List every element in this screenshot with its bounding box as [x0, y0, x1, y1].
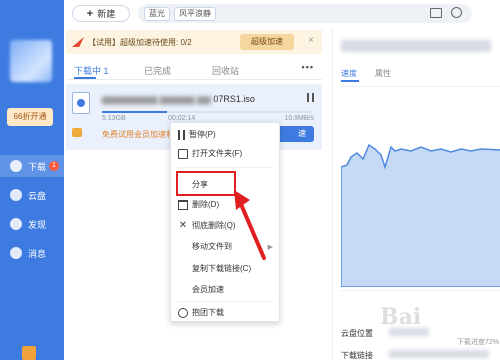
sidebar: 66折开通 下载 1 云盘 发现 消息: [0, 0, 64, 360]
search-tag[interactable]: 蓝光: [144, 6, 170, 21]
menu-item-open-folder[interactable]: 打开文件夹(F): [171, 144, 279, 163]
trial-text: 免费试用会员加速和: [102, 130, 174, 139]
search-icon[interactable]: [451, 7, 462, 18]
menu-item-vip-boost[interactable]: 会员加速: [171, 280, 279, 299]
speed-chart: 下载进度72%: [341, 86, 500, 346]
menu-item-label: 暂停(P): [189, 130, 216, 139]
file-size: 5.13GB: [102, 115, 126, 122]
folder-icon[interactable]: [430, 8, 442, 18]
download-progress-fill: [102, 111, 168, 113]
boost-icon: [178, 285, 188, 295]
menu-item-label: 删除(D): [192, 200, 220, 209]
download-icon: [10, 160, 22, 172]
new-button-label: 新建: [97, 9, 116, 19]
compass-icon: [10, 218, 22, 230]
folder-icon: [178, 148, 188, 159]
download-progress-text: 下载进度72%: [456, 339, 499, 346]
time-remaining: 00:02:14: [168, 115, 196, 122]
annotation-arrow: [234, 190, 266, 260]
menu-item-label: 复制下载链接(C): [192, 264, 252, 273]
trash-icon: [178, 199, 188, 210]
menu-separator: [177, 301, 273, 302]
tab-properties[interactable]: 属性: [375, 68, 391, 79]
tab-completed[interactable]: 已完成: [144, 64, 171, 77]
close-icon[interactable]: ×: [308, 35, 314, 46]
watermark: Bai: [380, 304, 422, 330]
sidebar-item-label: 消息: [28, 248, 47, 259]
tab-downloading[interactable]: 下载中 1: [74, 64, 109, 77]
disc-file-icon: [72, 92, 90, 114]
cloud-icon: [10, 189, 22, 201]
file-name-suffix: 07RS1.iso: [213, 94, 255, 104]
new-button[interactable]: + 新建: [72, 5, 130, 22]
message-icon: [10, 247, 22, 259]
promo-banner: 【试用】超级加速待使用: 0/2 超级加速 ×: [66, 30, 322, 54]
search-input[interactable]: 蓝光 风平浪静: [138, 4, 472, 23]
search-tag[interactable]: 风平浪静: [174, 6, 216, 21]
download-link-label: 下载链接: [341, 351, 373, 360]
sidebar-item-label: 下载: [28, 161, 47, 172]
download-link-value[interactable]: [389, 350, 489, 358]
x-icon: ✕: [178, 219, 188, 231]
more-icon[interactable]: •••: [302, 62, 314, 72]
vip-badge[interactable]: 66折开通: [7, 108, 53, 126]
divider: [341, 290, 500, 291]
sidebar-item-messages[interactable]: 消息: [0, 242, 64, 264]
sidebar-item-download[interactable]: 下载 1: [0, 155, 64, 177]
cloud-location-label: 云盘位置: [341, 329, 373, 338]
super-boost-button[interactable]: 超级加速: [240, 34, 294, 50]
menu-item-label: 打开文件夹(F): [192, 149, 243, 158]
menu-item-pause[interactable]: 暂停(P): [171, 125, 279, 144]
menu-item-label: 会员加速: [192, 285, 224, 294]
detail-title-blurred: [341, 40, 491, 52]
menu-item-group-download[interactable]: 抱团下载: [171, 303, 279, 322]
menu-item-label: 抱团下载: [192, 308, 224, 317]
speed-chart-svg: [341, 143, 500, 287]
move-icon: [178, 242, 188, 252]
menu-item-label: 移动文件到: [192, 242, 232, 251]
sidebar-item-discover[interactable]: 发现: [0, 213, 64, 235]
download-count-badge: 1: [49, 161, 59, 171]
plus-icon: +: [86, 7, 94, 20]
rocket-icon: [72, 37, 84, 47]
tab-speed[interactable]: 速度: [341, 68, 357, 79]
vip-crown-icon: [72, 128, 82, 137]
download-progress-bar: [102, 111, 312, 113]
avatar[interactable]: [10, 40, 52, 82]
refresh-icon: [178, 307, 188, 318]
file-name: ▆▆▆▆▆▆▆▆ ▆▆▆▆▆ ▆▆ 07RS1.iso: [102, 94, 312, 105]
promo-text: 【试用】超级加速待使用: 0/2: [88, 37, 192, 47]
tab-recycle-bin[interactable]: 回收站: [212, 64, 239, 77]
gift-icon[interactable]: [22, 346, 36, 360]
top-bar: + 新建 蓝光 风平浪静: [64, 0, 500, 28]
pause-icon[interactable]: [307, 93, 314, 102]
download-speed: 10.9MB/s: [284, 115, 314, 122]
blurred-file-prefix: ▆▆▆▆▆▆▆▆ ▆▆▆▆▆ ▆▆: [102, 94, 211, 104]
download-tabs: 下载中 1 已完成 回收站 •••: [66, 58, 322, 80]
menu-separator: [177, 167, 273, 168]
active-tab-indicator: [74, 77, 96, 79]
link-icon: [178, 264, 188, 274]
active-tab-indicator: [341, 80, 359, 82]
highlight-box: [176, 171, 236, 196]
sidebar-item-cloud[interactable]: 云盘: [0, 184, 64, 206]
speed-area: [341, 143, 500, 287]
sidebar-item-label: 发现: [28, 219, 47, 230]
sidebar-item-label: 云盘: [28, 190, 47, 201]
pause-icon: [178, 129, 185, 140]
